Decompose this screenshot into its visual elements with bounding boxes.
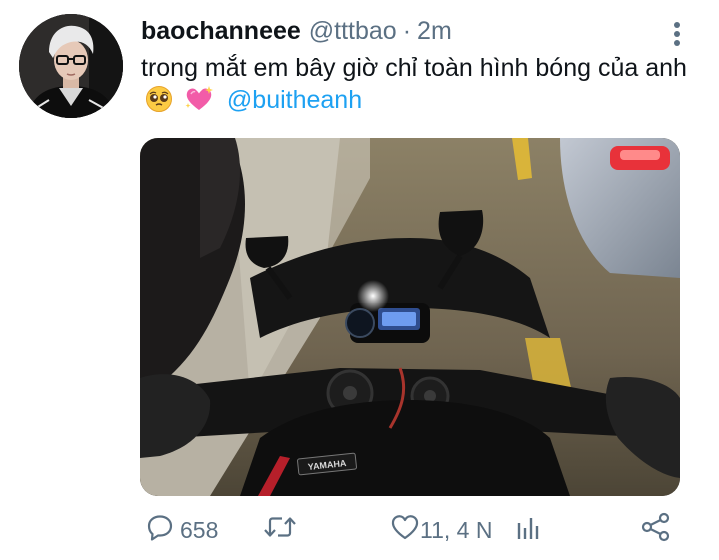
display-name[interactable]: baochanneee	[141, 17, 301, 46]
sparkling-heart-emoji	[184, 85, 214, 121]
retweet-icon	[262, 513, 298, 547]
more-options-icon[interactable]	[664, 20, 690, 48]
like-button[interactable]: 11, 4 N	[390, 510, 492, 550]
tweet-media-image[interactable]: YAMAHA	[140, 138, 680, 496]
mention-link[interactable]: @buitheanh	[227, 86, 362, 114]
retweet-button[interactable]	[262, 510, 304, 550]
pleading-face-emoji	[145, 85, 173, 121]
tweet-body: trong mắt em bây giờ chỉ toàn hình bóng …	[141, 54, 687, 82]
user-handle[interactable]: @tttbao	[309, 17, 397, 46]
separator-dot: ·	[402, 16, 412, 45]
analytics-button[interactable]	[514, 510, 542, 550]
timestamp[interactable]: 2m	[417, 17, 452, 46]
tweet-header: baochanneee @tttbao · 2m	[141, 14, 452, 48]
share-icon	[640, 512, 672, 548]
share-button[interactable]	[640, 510, 672, 550]
like-icon	[390, 513, 420, 547]
tweet-actions: 658 11, 4 N	[140, 510, 680, 550]
reply-button[interactable]: 658	[146, 510, 218, 550]
tweet-text: trong mắt em bây giờ chỉ toàn hình bóng …	[141, 52, 701, 121]
avatar[interactable]	[19, 14, 123, 118]
analytics-icon	[514, 513, 542, 547]
reply-icon	[146, 513, 174, 547]
like-count: 11, 4 N	[420, 516, 493, 543]
tweet: baochanneee @tttbao · 2m trong mắt em bâ…	[0, 0, 719, 560]
reply-count: 658	[180, 516, 219, 543]
